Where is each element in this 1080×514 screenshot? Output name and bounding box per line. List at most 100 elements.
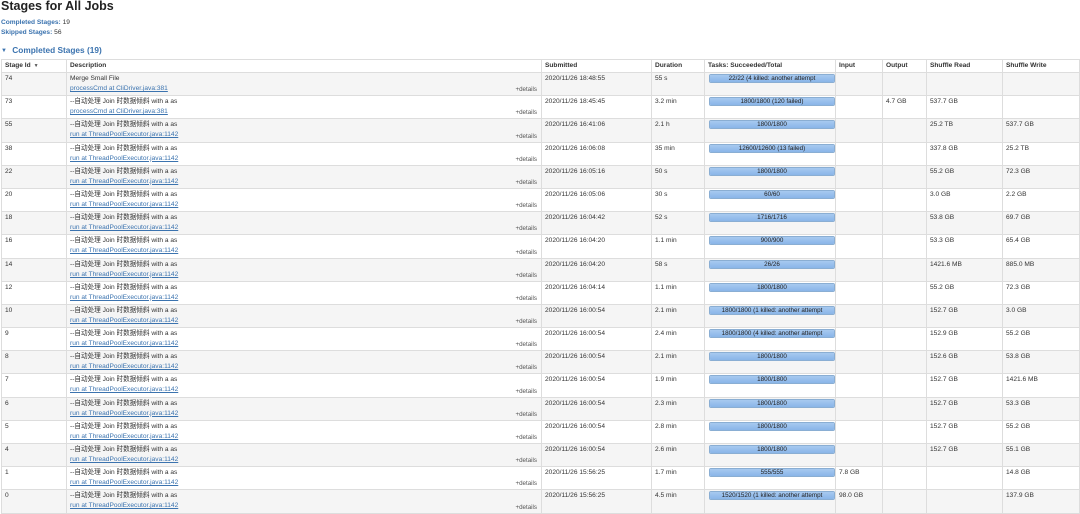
details-toggle[interactable]: +details	[516, 317, 538, 326]
details-toggle[interactable]: +details	[516, 294, 538, 303]
submitted-time: 2020/11/26 16:00:54	[541, 327, 652, 352]
details-toggle[interactable]: +details	[516, 155, 538, 164]
input-size	[835, 442, 883, 468]
details-toggle[interactable]: +details	[516, 271, 538, 280]
column-header-stage-id[interactable]: Stage Id ▼	[1, 59, 67, 73]
input-size	[835, 280, 883, 305]
tasks-progress-bar: 1520/1520 (1 killed: another attempt	[709, 491, 835, 501]
stage-callsite-link[interactable]: run at ThreadPoolExecutor.java:1142	[70, 409, 538, 419]
column-header-tasks[interactable]: Tasks: Succeeded/Total	[704, 59, 836, 73]
stage-callsite-link[interactable]: run at ThreadPoolExecutor.java:1142	[70, 362, 538, 372]
duration: 2.3 min	[651, 396, 705, 421]
stage-callsite-link[interactable]: run at ThreadPoolExecutor.java:1142	[70, 339, 538, 349]
details-toggle[interactable]: +details	[516, 479, 538, 488]
duration: 2.4 min	[651, 327, 705, 352]
stage-callsite-link[interactable]: run at ThreadPoolExecutor.java:1142	[70, 385, 538, 395]
output-size	[882, 164, 927, 189]
stage-callsite-link[interactable]: run at ThreadPoolExecutor.java:1142	[70, 432, 538, 442]
table-row: 0 --自动处理 Join 时数据倾斜 with a as run at Thr…	[1, 489, 1080, 514]
submitted-time: 2020/11/26 16:04:20	[541, 234, 652, 259]
column-header-shuffle-write[interactable]: Shuffle Write	[1002, 59, 1080, 73]
tasks-cell: 12600/12600 (13 failed)	[704, 141, 836, 166]
stage-callsite-link[interactable]: run at ThreadPoolExecutor.java:1142	[70, 200, 538, 210]
table-row: 14 --自动处理 Join 时数据倾斜 with a as run at Th…	[1, 257, 1080, 282]
stage-callsite-link[interactable]: run at ThreadPoolExecutor.java:1142	[70, 177, 538, 187]
stage-callsite-link[interactable]: run at ThreadPoolExecutor.java:1142	[70, 223, 538, 233]
completed-stages-toggle[interactable]: ▼ Completed Stages (19)	[1, 43, 1080, 57]
stage-callsite-link[interactable]: run at ThreadPoolExecutor.java:1142	[70, 501, 538, 511]
stage-callsite-link[interactable]: run at ThreadPoolExecutor.java:1142	[70, 130, 538, 140]
output-size	[882, 257, 927, 282]
shuffle-read-size: 53.8 GB	[926, 211, 1003, 236]
stage-id: 4	[1, 442, 67, 468]
column-header-input[interactable]: Input	[835, 59, 883, 73]
output-size	[882, 489, 927, 514]
details-toggle[interactable]: +details	[516, 248, 538, 257]
shuffle-write-size: 72.3 GB	[1002, 280, 1080, 305]
column-header-description[interactable]: Description	[66, 59, 542, 73]
stage-callsite-link[interactable]: run at ThreadPoolExecutor.java:1142	[70, 478, 538, 488]
shuffle-write-size	[1002, 95, 1080, 120]
details-toggle[interactable]: +details	[516, 85, 538, 94]
details-toggle[interactable]: +details	[516, 503, 538, 512]
details-toggle[interactable]: +details	[516, 201, 538, 210]
duration: 55 s	[651, 71, 705, 97]
shuffle-read-size: 152.7 GB	[926, 419, 1003, 445]
submitted-time: 2020/11/26 16:00:54	[541, 373, 652, 398]
column-header-duration[interactable]: Duration	[651, 59, 705, 73]
tasks-progress-bar: 1800/1800	[709, 120, 835, 130]
shuffle-write-size: 3.0 GB	[1002, 303, 1080, 329]
column-header-submitted[interactable]: Submitted	[541, 59, 652, 73]
submitted-time: 2020/11/26 16:05:06	[541, 187, 652, 213]
submitted-time: 2020/11/26 16:00:54	[541, 350, 652, 375]
stage-callsite-link[interactable]: run at ThreadPoolExecutor.java:1142	[70, 270, 538, 280]
duration: 30 s	[651, 187, 705, 213]
tasks-progress-label: 1800/1800 (1 killed: another attempt	[721, 306, 823, 314]
stage-callsite-link[interactable]: processCmd at CliDriver.java:381	[70, 107, 538, 117]
stage-callsite-link[interactable]: run at ThreadPoolExecutor.java:1142	[70, 154, 538, 164]
stage-id: 1	[1, 466, 67, 491]
stage-callsite-link[interactable]: run at ThreadPoolExecutor.java:1142	[70, 246, 538, 256]
stage-description: --自动处理 Join 时数据倾斜 with a as run at Threa…	[66, 350, 542, 375]
shuffle-write-size: 14.8 GB	[1002, 466, 1080, 491]
stage-description: --自动处理 Join 时数据倾斜 with a as run at Threa…	[66, 419, 542, 445]
details-toggle[interactable]: +details	[516, 433, 538, 442]
details-toggle[interactable]: +details	[516, 387, 538, 396]
tasks-progress-label: 555/555	[760, 469, 784, 477]
output-size	[882, 466, 927, 491]
details-toggle[interactable]: +details	[516, 340, 538, 349]
details-toggle[interactable]: +details	[516, 178, 538, 187]
details-toggle[interactable]: +details	[516, 456, 538, 465]
summary-skipped: Skipped Stages: 56	[1, 28, 1080, 38]
shuffle-read-size: 152.7 GB	[926, 373, 1003, 398]
table-row: 74 Merge Small File processCmd at CliDri…	[1, 71, 1080, 97]
skipped-stages-link[interactable]: Skipped Stages:	[1, 29, 52, 36]
details-toggle[interactable]: +details	[516, 410, 538, 419]
output-size	[882, 396, 927, 421]
shuffle-write-size: 65.4 GB	[1002, 234, 1080, 259]
details-toggle[interactable]: +details	[516, 224, 538, 233]
tasks-progress-label: 12600/12600 (13 failed)	[738, 144, 806, 152]
details-toggle[interactable]: +details	[516, 108, 538, 117]
column-header-shuffle-read[interactable]: Shuffle Read	[926, 59, 1003, 73]
completed-stages-link[interactable]: Completed Stages:	[1, 19, 61, 26]
stage-callsite-link[interactable]: processCmd at CliDriver.java:381	[70, 84, 538, 94]
details-toggle[interactable]: +details	[516, 132, 538, 141]
stage-callsite-link[interactable]: run at ThreadPoolExecutor.java:1142	[70, 316, 538, 326]
duration: 2.1 h	[651, 118, 705, 143]
input-size	[835, 303, 883, 329]
stage-description: --自动处理 Join 时数据倾斜 with a as run at Threa…	[66, 211, 542, 236]
tasks-progress-label: 1800/1800	[757, 167, 787, 175]
stage-id: 5	[1, 419, 67, 445]
output-size: 4.7 GB	[882, 95, 927, 120]
shuffle-read-size	[926, 489, 1003, 514]
stage-callsite-link[interactable]: run at ThreadPoolExecutor.java:1142	[70, 293, 538, 303]
stage-id: 10	[1, 303, 67, 329]
column-header-output[interactable]: Output	[882, 59, 927, 73]
stage-id: 73	[1, 95, 67, 120]
details-toggle[interactable]: +details	[516, 363, 538, 372]
tasks-cell: 1800/1800	[704, 350, 836, 375]
stage-description-text: --自动处理 Join 时数据倾斜 with a as	[70, 167, 178, 175]
tasks-progress-label: 1800/1800 (120 failed)	[740, 98, 804, 106]
stage-callsite-link[interactable]: run at ThreadPoolExecutor.java:1142	[70, 455, 538, 465]
